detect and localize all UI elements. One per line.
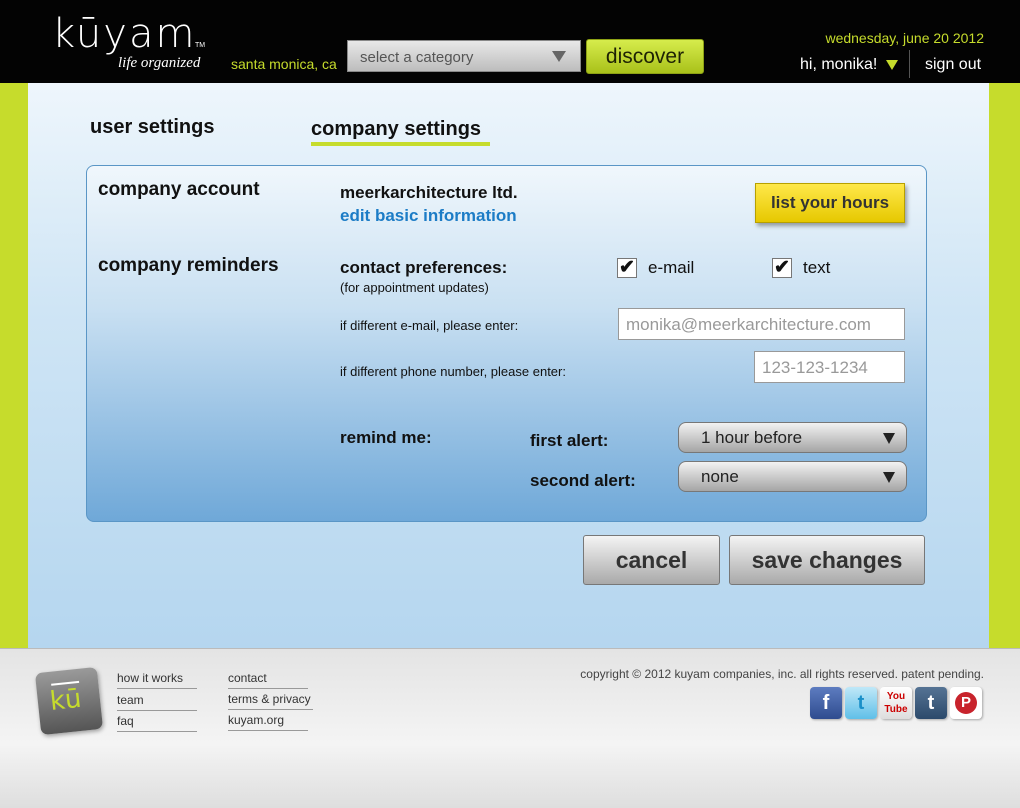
footer-link-kuyam-org[interactable]: kuyam.org — [228, 713, 308, 731]
phone-prompt: if different phone number, please enter: — [340, 364, 566, 379]
email-checkbox[interactable]: ✔ — [617, 257, 637, 278]
first-alert-value: 1 hour before — [701, 428, 803, 447]
footer-link-terms-privacy[interactable]: terms & privacy — [228, 692, 313, 710]
company-account-heading: company account — [98, 179, 260, 200]
active-tab-indicator — [311, 142, 490, 146]
footer-link-team[interactable]: team — [117, 693, 197, 711]
first-alert-select[interactable]: 1 hour before — [678, 422, 907, 453]
category-select[interactable]: select a category — [347, 40, 581, 72]
save-changes-button[interactable]: save changes — [729, 535, 925, 585]
second-alert-select[interactable]: none — [678, 461, 907, 492]
facebook-icon[interactable]: f — [810, 687, 842, 719]
twitter-icon[interactable]: t — [845, 687, 877, 719]
alternate-phone-input[interactable]: 123-123-1234 — [754, 351, 905, 383]
footer-link-contact[interactable]: contact — [228, 671, 308, 689]
location-label[interactable]: santa monica, ca — [231, 56, 337, 72]
logo-tagline: life organized — [118, 55, 201, 71]
logo-text: kūyam — [52, 11, 197, 57]
page-footer: kū how it works team faq contact terms &… — [0, 648, 1020, 808]
discover-button[interactable]: discover — [586, 39, 704, 74]
email-checkbox-label: e-mail — [648, 258, 695, 277]
user-menu-arrow-icon[interactable] — [886, 60, 898, 70]
copyright-text: copyright © 2012 kuyam companies, inc. a… — [580, 667, 984, 681]
tumblr-icon[interactable]: t — [915, 687, 947, 719]
current-date: wednesday, june 20 2012 — [825, 30, 984, 46]
tab-user-settings[interactable]: user settings — [90, 116, 214, 139]
text-checkbox-label: text — [803, 258, 831, 277]
category-placeholder: select a category — [360, 49, 474, 66]
settings-main: user settings company settings company a… — [28, 83, 989, 648]
email-prompt: if different e-mail, please enter: — [340, 318, 519, 333]
company-name: meerkarchitecture ltd. — [340, 183, 518, 202]
text-checkbox[interactable]: ✔ — [772, 257, 792, 278]
checkmark-icon: ✔ — [774, 257, 790, 278]
user-greeting[interactable]: hi, monika! — [800, 56, 877, 74]
company-reminders-heading: company reminders — [98, 255, 279, 276]
second-alert-label: second alert: — [530, 471, 636, 490]
footer-link-how-it-works[interactable]: how it works — [117, 671, 197, 689]
first-alert-label: first alert: — [530, 431, 609, 450]
footer-logo[interactable]: kū — [34, 666, 104, 736]
second-alert-value: none — [701, 467, 739, 486]
kuyam-logo[interactable]: kūyam TM life organized — [52, 11, 205, 71]
chevron-down-icon — [883, 433, 895, 444]
youtube-icon[interactable]: You Tube — [880, 687, 912, 719]
chevron-down-icon — [552, 51, 566, 62]
company-settings-panel: company account meerkarchitecture ltd. e… — [86, 165, 927, 522]
sign-out-link[interactable]: sign out — [925, 56, 981, 74]
checkmark-icon: ✔ — [619, 257, 635, 278]
tab-company-settings[interactable]: company settings — [311, 118, 481, 141]
contact-preferences-label: contact preferences: — [340, 258, 508, 277]
remind-me-label: remind me: — [340, 428, 432, 447]
header-divider — [909, 50, 910, 78]
list-your-hours-button[interactable]: list your hours — [755, 183, 905, 223]
footer-logo-text: kū — [48, 683, 83, 717]
top-header: kūyam TM life organized santa monica, ca… — [0, 0, 1020, 83]
logo-trademark: TM — [195, 42, 206, 49]
contact-preferences-sublabel: (for appointment updates) — [340, 280, 489, 295]
footer-link-faq[interactable]: faq — [117, 714, 197, 732]
edit-basic-information-link[interactable]: edit basic information — [340, 206, 517, 226]
pinterest-icon[interactable]: P — [950, 687, 982, 719]
cancel-button[interactable]: cancel — [583, 535, 720, 585]
chevron-down-icon — [883, 472, 895, 483]
alternate-email-input[interactable]: monika@meerkarchitecture.com — [618, 308, 905, 340]
